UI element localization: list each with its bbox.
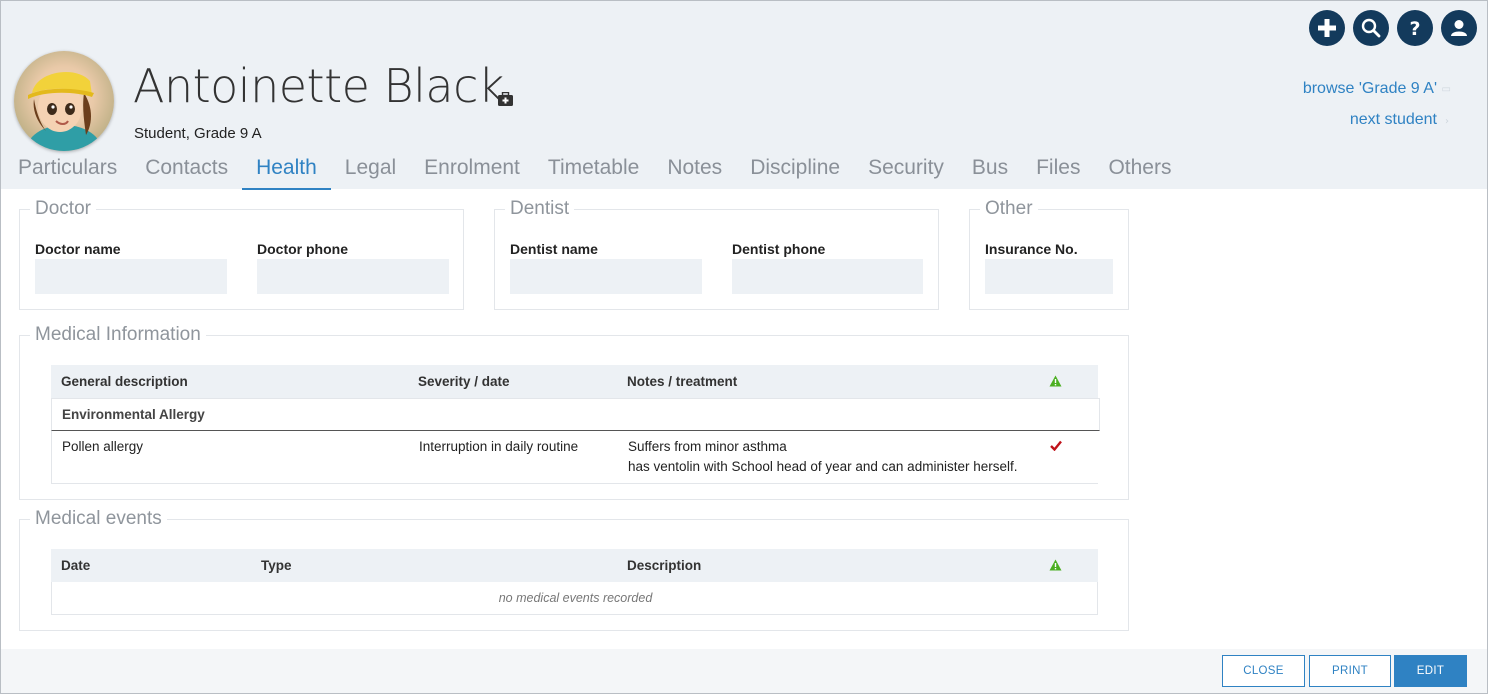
- warning-icon: [1049, 559, 1062, 574]
- student-subtitle: Student, Grade 9 A: [134, 125, 262, 142]
- empty-events-row: no medical events recorded: [51, 582, 1098, 615]
- medical-events-table-header: Date Type Description: [51, 549, 1098, 582]
- other-section: Other Insurance No.: [969, 198, 1129, 310]
- tab-others[interactable]: Others: [1094, 151, 1185, 190]
- doctor-legend: Doctor: [30, 198, 96, 220]
- browse-class-link[interactable]: browse 'Grade 9 A': [1303, 80, 1437, 98]
- empty-events-message: no medical events recorded: [498, 591, 653, 605]
- top-toolbar: ?: [1309, 10, 1477, 46]
- dentist-phone-field[interactable]: [732, 259, 923, 294]
- chevron-right-icon: ›: [1445, 116, 1449, 127]
- doctor-name-field[interactable]: [35, 259, 227, 294]
- tab-contacts[interactable]: Contacts: [131, 151, 242, 190]
- plus-icon[interactable]: [1309, 10, 1345, 46]
- col-date: Date: [61, 558, 91, 573]
- medical-info-section: Medical Information General description …: [19, 324, 1129, 500]
- row-notes-line2: has ventolin with School head of year an…: [628, 459, 1018, 474]
- tab-enrolment[interactable]: Enrolment: [410, 151, 534, 190]
- col-type: Type: [261, 558, 292, 573]
- medical-info-table-header: General description Severity / date Note…: [51, 365, 1098, 398]
- doctor-phone-label: Doctor phone: [257, 241, 348, 257]
- medical-group-row: Environmental Allergy: [51, 398, 1100, 431]
- student-name: Antoinette Black: [133, 59, 505, 113]
- tab-legal[interactable]: Legal: [331, 151, 410, 190]
- external-link-icon: ▭: [1441, 84, 1451, 95]
- tab-security[interactable]: Security: [854, 151, 958, 190]
- dentist-section: Dentist Dentist name Dentist phone: [494, 198, 939, 310]
- insurance-label: Insurance No.: [985, 241, 1078, 257]
- tab-timetable[interactable]: Timetable: [534, 151, 653, 190]
- tab-bar: Particulars Contacts Health Legal Enrolm…: [1, 151, 1185, 190]
- insurance-field[interactable]: [985, 259, 1113, 294]
- tab-discipline[interactable]: Discipline: [736, 151, 854, 190]
- student-record-window: ? Antoinette Black Student, Grade 9 A br…: [0, 0, 1488, 694]
- medical-events-section: Medical events Date Type Description no …: [19, 508, 1129, 631]
- table-row[interactable]: Pollen allergy Interruption in daily rou…: [51, 431, 1098, 484]
- dentist-name-field[interactable]: [510, 259, 702, 294]
- tab-health[interactable]: Health: [242, 151, 331, 190]
- search-icon[interactable]: [1353, 10, 1389, 46]
- dentist-phone-label: Dentist phone: [732, 241, 826, 257]
- close-button[interactable]: CLOSE: [1222, 655, 1305, 687]
- col-general-description: General description: [61, 374, 188, 389]
- header: ? Antoinette Black Student, Grade 9 A br…: [1, 1, 1487, 190]
- other-legend: Other: [980, 198, 1038, 220]
- tab-files[interactable]: Files: [1022, 151, 1094, 190]
- col-notes-treatment: Notes / treatment: [627, 374, 738, 389]
- row-description: Pollen allergy: [62, 439, 144, 454]
- medical-kit-icon: [498, 91, 513, 110]
- col-severity-date: Severity / date: [418, 374, 510, 389]
- doctor-section: Doctor Doctor name Doctor phone: [19, 198, 464, 310]
- help-icon[interactable]: ?: [1397, 10, 1433, 46]
- doctor-phone-field[interactable]: [257, 259, 449, 294]
- tab-bus[interactable]: Bus: [958, 151, 1022, 190]
- dentist-name-label: Dentist name: [510, 241, 598, 257]
- col-description: Description: [627, 558, 702, 573]
- check-icon: [1050, 439, 1062, 454]
- tab-particulars[interactable]: Particulars: [1, 151, 131, 190]
- medical-events-legend: Medical events: [30, 508, 167, 530]
- dentist-legend: Dentist: [505, 198, 575, 220]
- next-student-link[interactable]: next student: [1350, 111, 1437, 129]
- row-notes-line1: Suffers from minor asthma: [628, 439, 787, 454]
- svg-text:?: ?: [1409, 18, 1420, 39]
- footer: CLOSE PRINT EDIT: [1, 649, 1487, 693]
- group-label: Environmental Allergy: [62, 407, 205, 422]
- avatar: [14, 51, 114, 151]
- warning-icon: [1049, 375, 1062, 390]
- user-icon[interactable]: [1441, 10, 1477, 46]
- edit-button[interactable]: EDIT: [1394, 655, 1467, 687]
- tab-notes[interactable]: Notes: [653, 151, 736, 190]
- medical-info-legend: Medical Information: [30, 324, 206, 346]
- print-button[interactable]: PRINT: [1309, 655, 1391, 687]
- row-severity: Interruption in daily routine: [419, 439, 579, 454]
- doctor-name-label: Doctor name: [35, 241, 121, 257]
